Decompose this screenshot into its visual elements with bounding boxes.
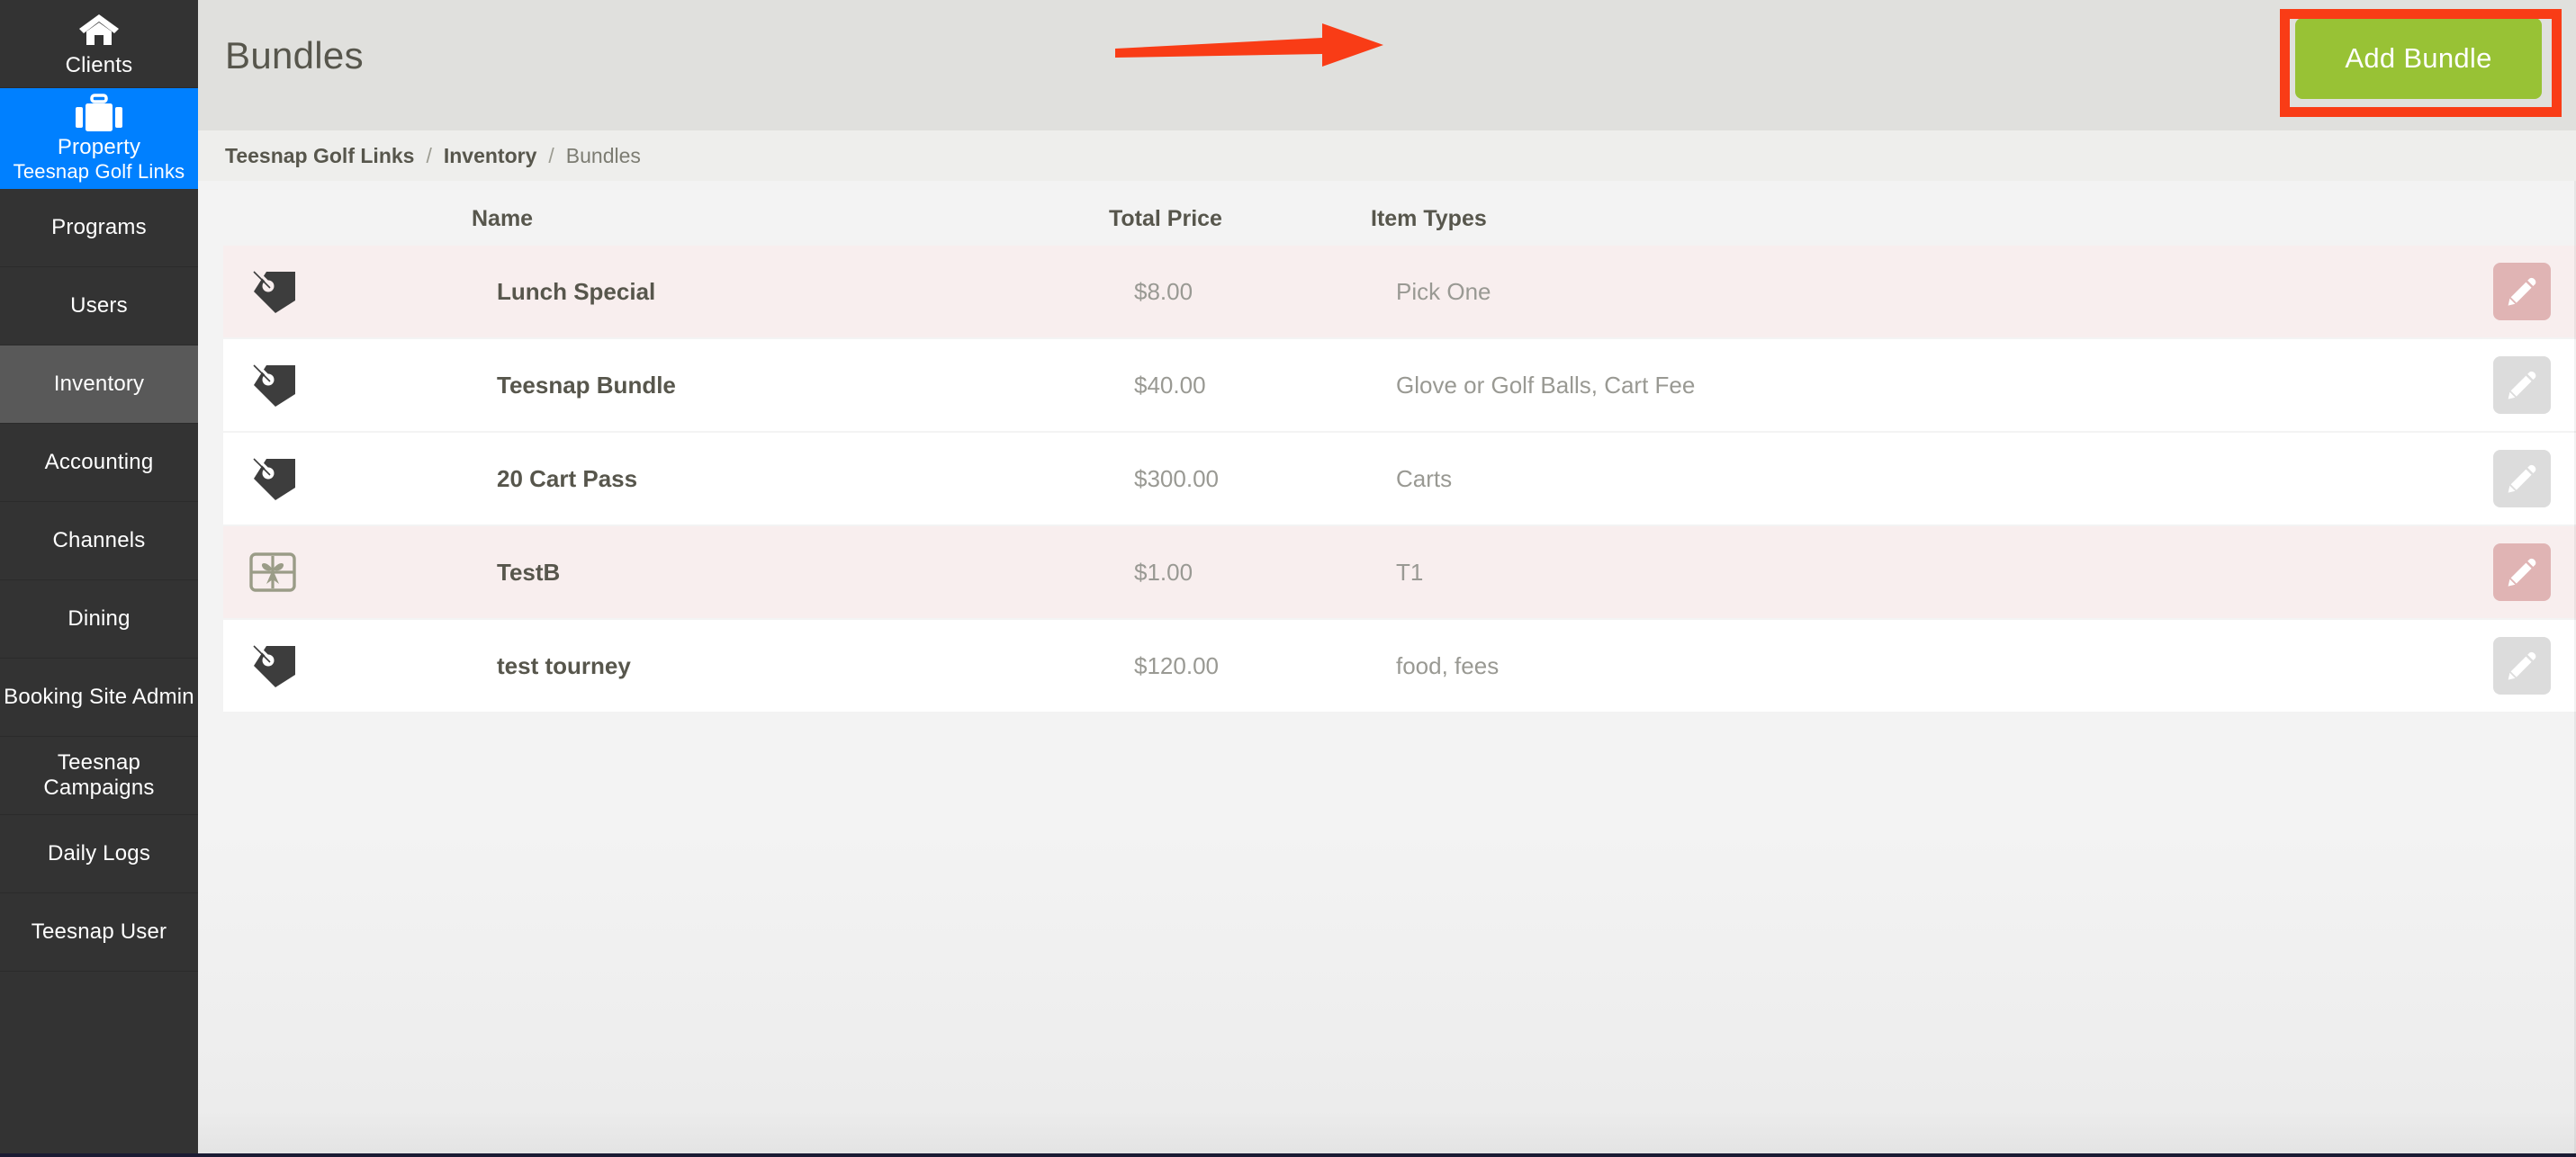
app-root: Clients Property Teesnap Golf Links Prog… <box>0 0 2576 1157</box>
gift-box-icon <box>248 526 308 618</box>
sidebar-item-teesnap-user[interactable]: Teesnap User <box>0 893 198 972</box>
table-row-wrapper: Teesnap Bundle $40.00 Glove or Golf Ball… <box>198 339 2576 431</box>
sidebar-item-programs[interactable]: Programs <box>0 189 198 267</box>
table-row-wrapper: TestB $1.00 T1 <box>198 526 2576 618</box>
price-tag-icon <box>248 246 308 337</box>
annotation-arrow-icon <box>1115 23 1383 67</box>
table-row-wrapper: Lunch Special $8.00 Pick One <box>198 246 2576 337</box>
pencil-icon <box>2508 651 2536 680</box>
table-row[interactable]: test tourney $120.00 food, fees <box>223 620 2576 712</box>
bundle-price: $8.00 <box>1134 277 1193 305</box>
sidebar-item-sublabel: Teesnap Golf Links <box>13 160 185 184</box>
edit-bundle-button[interactable] <box>2493 263 2551 320</box>
price-tag-icon <box>248 433 308 525</box>
sidebar-item-label: Inventory <box>53 371 145 396</box>
sidebar-item-label: Channels <box>52 527 146 552</box>
sidebar-item-daily-logs[interactable]: Daily Logs <box>0 815 198 893</box>
top-bar: Bundles Add Bundle <box>198 0 2576 130</box>
table-row[interactable]: Lunch Special $8.00 Pick One <box>223 246 2576 337</box>
sidebar-item-channels[interactable]: Channels <box>0 502 198 580</box>
bundle-item-types: Pick One <box>1396 277 1491 305</box>
sidebar-item-clients[interactable]: Clients <box>0 0 198 88</box>
sidebar-item-dining[interactable]: Dining <box>0 580 198 659</box>
bundle-item-types: T1 <box>1396 558 1424 586</box>
bundles-table: Name Total Price Item Types Lunch Specia… <box>198 181 2576 713</box>
sidebar-item-label: Teesnap Campaigns <box>43 749 155 800</box>
breadcrumb-item-2: Bundles <box>565 143 641 167</box>
sidebar-item-label: Property <box>57 134 141 159</box>
sidebar-item-booking-site-admin[interactable]: Booking Site Admin <box>0 659 198 737</box>
table-row[interactable]: TestB $1.00 T1 <box>223 526 2576 618</box>
edit-bundle-button[interactable] <box>2493 450 2551 507</box>
bundle-name: test tourney <box>497 651 631 679</box>
price-tag-icon <box>248 620 308 712</box>
bundle-name: Teesnap Bundle <box>497 371 676 399</box>
table-row-wrapper: 20 Cart Pass $300.00 Carts <box>198 433 2576 525</box>
pencil-icon <box>2508 277 2536 306</box>
sidebar-item-label: Teesnap User <box>31 919 167 944</box>
sidebar-item-label: Daily Logs <box>47 840 151 866</box>
breadcrumb-item-1[interactable]: Inventory <box>444 144 537 168</box>
price-tag-icon <box>248 339 308 431</box>
sidebar-item-inventory[interactable]: Inventory <box>0 345 198 424</box>
home-icon <box>77 12 121 48</box>
sidebar-item-teesnap-campaigns[interactable]: Teesnap Campaigns <box>0 737 198 815</box>
sidebar-item-label: Accounting <box>44 449 154 474</box>
table-body: Lunch Special $8.00 Pick One Teesnap Bun… <box>198 246 2576 712</box>
bottom-strip <box>0 1153 2576 1157</box>
column-header-item-types: Item Types <box>1371 206 1487 231</box>
bundle-price: $40.00 <box>1134 371 1206 399</box>
breadcrumb-separator: / <box>548 143 554 167</box>
sidebar-item-users[interactable]: Users <box>0 267 198 345</box>
add-bundle-button[interactable]: Add Bundle <box>2295 18 2542 99</box>
sidebar-item-label: Programs <box>51 214 147 239</box>
bundle-price: $120.00 <box>1134 651 1219 679</box>
main-content: Bundles Add Bundle Teesnap Golf Links / … <box>198 0 2576 1157</box>
breadcrumb-separator: / <box>426 143 432 167</box>
sidebar-item-accounting[interactable]: Accounting <box>0 424 198 502</box>
bundle-price: $1.00 <box>1134 558 1193 586</box>
bundle-price: $300.00 <box>1134 464 1219 492</box>
table-header-row: Name Total Price Item Types <box>198 181 2576 246</box>
sidebar-item-label: Clients <box>65 53 133 78</box>
sidebar-item-label: Users <box>70 292 128 318</box>
sidebar: Clients Property Teesnap Golf Links Prog… <box>0 0 198 1157</box>
table-row-wrapper: test tourney $120.00 food, fees <box>198 620 2576 712</box>
pencil-icon <box>2508 464 2536 493</box>
bundle-name: TestB <box>497 558 561 586</box>
pencil-icon <box>2508 371 2536 399</box>
breadcrumb-item-0[interactable]: Teesnap Golf Links <box>225 144 414 168</box>
edit-bundle-button[interactable] <box>2493 356 2551 414</box>
sidebar-item-property[interactable]: Property Teesnap Golf Links <box>0 88 198 189</box>
edit-bundle-button[interactable] <box>2493 543 2551 601</box>
bundle-item-types: Glove or Golf Balls, Cart Fee <box>1396 371 1696 399</box>
bundle-name: 20 Cart Pass <box>497 464 638 492</box>
table-row[interactable]: Teesnap Bundle $40.00 Glove or Golf Ball… <box>223 339 2576 431</box>
sidebar-item-label: Dining <box>68 605 131 631</box>
column-header-name: Name <box>472 206 534 231</box>
bundle-item-types: Carts <box>1396 464 1453 492</box>
sidebar-item-label: Booking Site Admin <box>4 684 194 709</box>
column-header-total-price: Total Price <box>1109 206 1222 231</box>
table-row[interactable]: 20 Cart Pass $300.00 Carts <box>223 433 2576 525</box>
briefcase-icon <box>74 94 124 133</box>
breadcrumb: Teesnap Golf Links / Inventory / Bundles <box>198 130 2576 181</box>
bundle-name: Lunch Special <box>497 277 656 305</box>
bundle-item-types: food, fees <box>1396 651 1500 679</box>
page-title: Bundles <box>225 34 364 76</box>
edit-bundle-button[interactable] <box>2493 637 2551 695</box>
pencil-icon <box>2508 558 2536 587</box>
